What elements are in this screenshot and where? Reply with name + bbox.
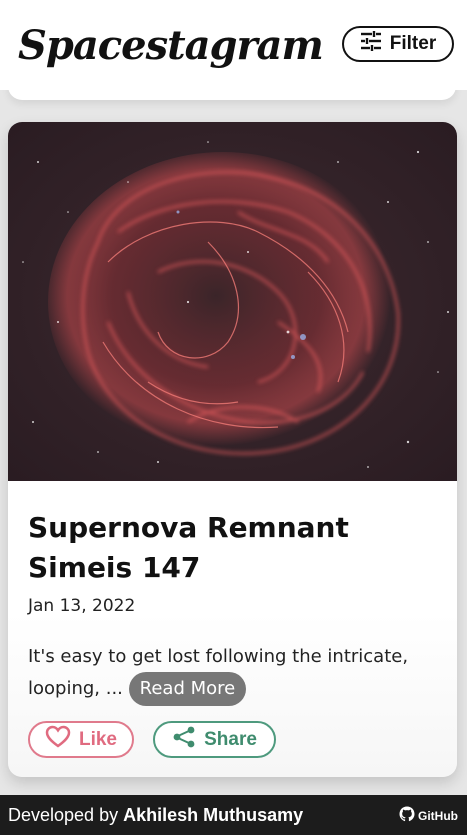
github-link[interactable]: GitHub <box>399 806 458 825</box>
github-icon <box>399 806 415 825</box>
filter-label: Filter <box>389 33 437 54</box>
like-button[interactable]: Like <box>28 721 134 758</box>
heart-icon <box>45 725 71 754</box>
sliders-icon <box>360 31 382 57</box>
author-link[interactable]: Akhilesh Muthusamy <box>123 805 303 825</box>
share-button[interactable]: Share <box>153 721 276 758</box>
app-header: Spacestagram Filter <box>0 0 467 90</box>
post-title: Supernova Remnant Simeis 147 <box>28 511 349 584</box>
filter-button[interactable]: Filter <box>342 26 454 62</box>
post-date: Jan 13, 2022 <box>28 596 136 616</box>
github-label: GitHub <box>418 808 458 823</box>
post-description: It's easy to get lost following the intr… <box>28 642 438 706</box>
app-logo[interactable]: Spacestagram <box>18 16 324 76</box>
post-image[interactable] <box>8 122 457 481</box>
read-more-button[interactable]: Read More <box>128 672 247 706</box>
like-label: Like <box>78 728 118 750</box>
footer: Developed by Akhilesh Muthusamy GitHub <box>0 795 467 835</box>
developer-credit: Developed by Akhilesh Muthusamy <box>8 805 303 826</box>
post-card: Supernova Remnant Simeis 147 Jan 13, 202… <box>8 122 457 777</box>
share-label: Share <box>204 728 257 750</box>
share-icon <box>172 725 196 755</box>
developed-by-text: Developed by <box>8 805 119 825</box>
